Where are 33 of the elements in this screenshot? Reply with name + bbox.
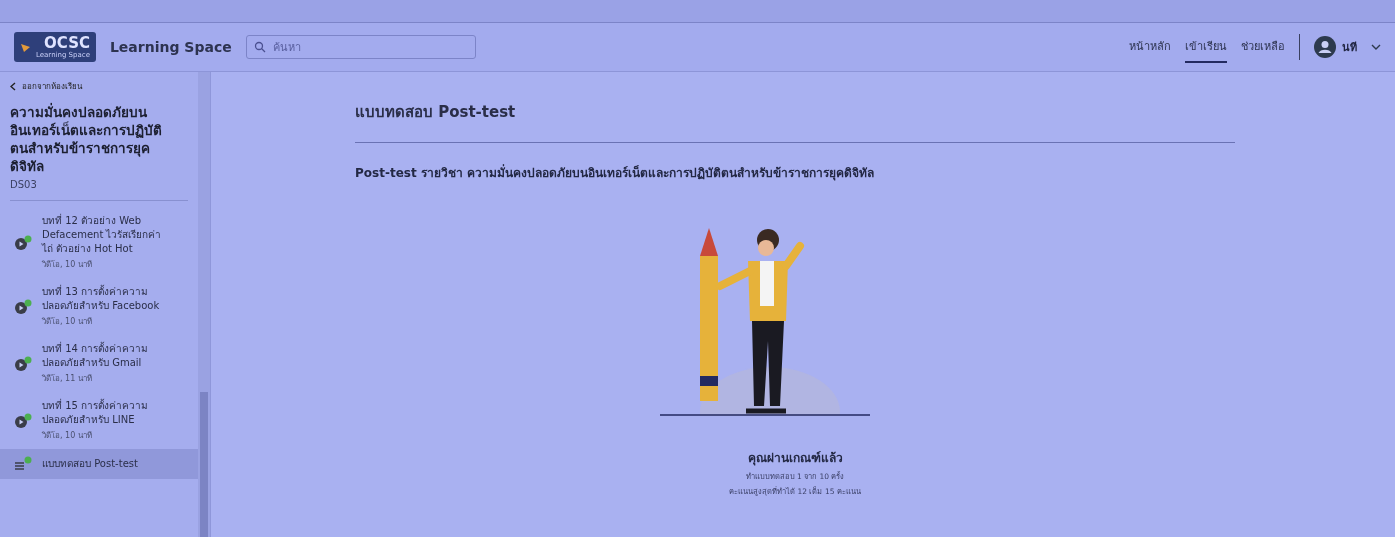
- nav-tab[interactable]: หน้าหลัก: [1129, 31, 1171, 63]
- back-link[interactable]: ออกจากห้องเรียน: [10, 80, 188, 93]
- lesson-item[interactable]: บทที่ 12 ตัวอย่าง Web Defacement ไวรัสเรียกค่าไถ่ ตัวอย่าง Hot Hot วิดีโอ, 10 นาที: [0, 207, 198, 278]
- logo-text: OCSC: [44, 35, 90, 51]
- quiz-description: Post-test รายวิชา ความมั่นคงปลอดภัยบนอินเทอร์เน็ตและการปฏิบัติตนสำหรับข้าราชการยุคดิจิทัล: [355, 163, 875, 182]
- search-icon: [253, 41, 266, 53]
- course-code: DS03: [10, 179, 38, 190]
- lesson-title: แบบทดสอบ Post-test: [42, 457, 139, 471]
- lesson-duration: วิดีโอ, 10 นาที: [42, 259, 93, 271]
- lesson-duration: วิดีโอ, 10 นาที: [42, 316, 93, 328]
- lesson-duration: วิดีโอ, 11 นาที: [42, 373, 93, 385]
- user-name[interactable]: นที: [1342, 38, 1357, 56]
- result-title: คุณผ่านเกณฑ์แล้ว: [747, 450, 843, 467]
- lesson-title: บทที่ 14 การตั้งค่าความปลอดภัยสำหรับ Gmail: [42, 342, 150, 370]
- nav-tab[interactable]: ช่วยเหลือ: [1241, 31, 1285, 63]
- app-name: Learning Space: [109, 39, 232, 55]
- chevron-left-icon: [10, 82, 16, 91]
- lesson-item[interactable]: บทที่ 14 การตั้งค่าความปลอดภัยสำหรับ Gmail วิดีโอ, 11 นาที: [0, 335, 198, 392]
- course-title: ความมั่นคงปลอดภัยบนอินเทอร์เน็ตและการปฏิบัติตนสำหรับข้าราชการยุคดิจิทัล: [10, 103, 163, 175]
- avatar-icon[interactable]: [1314, 36, 1336, 58]
- lesson-duration: วิดีโอ, 10 นาที: [42, 430, 93, 442]
- page-heading: แบบทดสอบ Post-test: [355, 102, 517, 123]
- scrollbar-thumb[interactable]: [200, 392, 208, 537]
- nav-tab[interactable]: เข้าเรียน: [1185, 31, 1227, 63]
- search-field[interactable]: ค้นหา: [245, 35, 476, 59]
- scrollbar[interactable]: [198, 72, 210, 537]
- lesson-item[interactable]: บทที่ 13 การตั้งค่าความปลอดภัยสำหรับ Facebook วิดีโอ, 10 นาที: [0, 278, 198, 335]
- lesson-item[interactable]: บทที่ 15 การตั้งค่าความปลอดภัยสำหรับ LINE วิดีโอ, 10 นาที: [0, 392, 198, 449]
- lesson-title: บทที่ 15 การตั้งค่าความปลอดภัยสำหรับ LINE: [42, 399, 150, 427]
- lesson-title: บทที่ 13 การตั้งค่าความปลอดภัยสำหรับ Facebook: [42, 285, 161, 313]
- chevron-down-icon[interactable]: [1371, 44, 1381, 50]
- lesson-title: บทที่ 12 ตัวอย่าง Web Defacement ไวรัสเรียกค่าไถ่ ตัวอย่าง Hot Hot: [42, 214, 162, 256]
- lesson-item[interactable]: แบบทดสอบ Post-test: [0, 449, 198, 479]
